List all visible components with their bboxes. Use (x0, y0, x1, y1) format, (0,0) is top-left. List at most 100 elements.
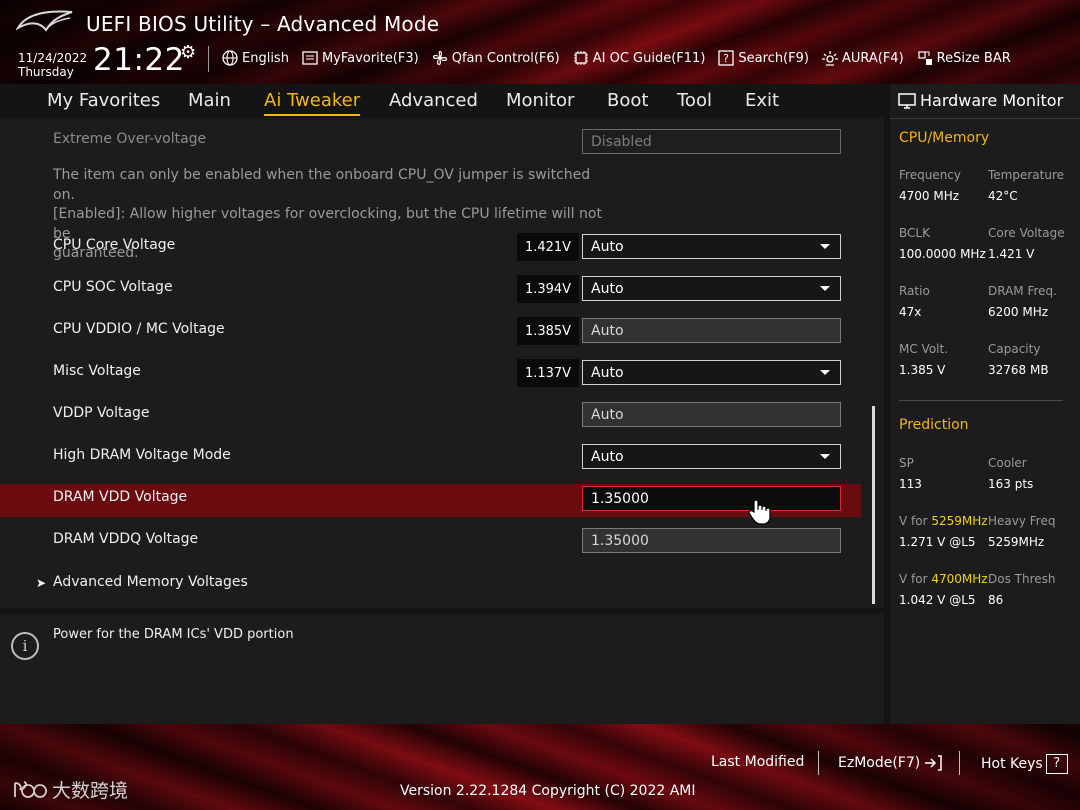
v-for-prefix: V for (899, 572, 928, 586)
note-line: The item can only be enabled when the on… (53, 167, 591, 203)
dos-thresh-label: Dos Thresh (988, 572, 1056, 586)
hardware-monitor-title: Hardware Monitor (898, 91, 1063, 110)
frequency-value: 4700 MHz (899, 189, 960, 203)
search-button[interactable]: ? Search(F9) (717, 49, 809, 67)
misc-voltage-value: Auto (591, 364, 624, 381)
ezmode-button[interactable]: EzMode(F7) (838, 754, 943, 772)
ai-oc-guide-button[interactable]: AI OC Guide(F11) (572, 49, 706, 67)
monitor-icon (898, 92, 916, 109)
aura-label: AURA(F4) (841, 50, 904, 66)
v-for-label: V for 4700MHz (899, 572, 988, 586)
high-dram-voltage-mode-value: Auto (591, 448, 624, 465)
vddp-voltage-field[interactable]: Auto (582, 402, 841, 427)
vddp-voltage-label: VDDP Voltage (53, 405, 150, 421)
footer-bar: 大数跨境 Last Modified EzMode(F7) Hot Keys ?… (0, 724, 1080, 810)
qfan-label: Qfan Control(F6) (451, 50, 560, 66)
watermark-logo-icon (14, 780, 47, 798)
gear-icon[interactable]: ⚙ (180, 42, 196, 63)
sp-value: 113 (899, 477, 922, 491)
hot-keys-button[interactable]: Hot Keys ? (981, 754, 1068, 774)
misc-voltage-select[interactable]: Auto (582, 360, 841, 385)
date-text: 11/24/2022 (18, 51, 88, 65)
resize-bar-label: ReSize BAR (936, 50, 1011, 66)
extreme-over-voltage-field[interactable]: Disabled (582, 129, 841, 154)
info-icon: i (11, 632, 39, 660)
ratio-label: Ratio (899, 284, 930, 298)
cpu-core-voltage-reading: 1.421V (517, 233, 579, 261)
cpu-soc-voltage-value: Auto (591, 280, 624, 297)
cpu-core-voltage-value: Auto (591, 238, 624, 255)
tab-advanced[interactable]: Advanced (389, 90, 478, 111)
app-title: UEFI BIOS Utility – Advanced Mode (86, 12, 440, 36)
capacity-value: 32768 MB (988, 363, 1049, 377)
settings-panel: Extreme Over-voltage Disabled The item c… (0, 118, 884, 608)
dram-vddq-voltage-field[interactable]: 1.35000 (582, 528, 841, 553)
ezmode-label: EzMode(F7) (838, 755, 921, 771)
scrollbar[interactable] (872, 406, 875, 604)
aura-button[interactable]: AURA(F4) (821, 49, 904, 67)
chevron-down-icon (820, 454, 830, 459)
cpu-vddio-mc-voltage-reading: 1.385V (517, 317, 579, 345)
v-for-prefix: V for (899, 514, 928, 528)
toolbar: English MyFavorite(F3) Qfan Control(F6) … (221, 49, 1011, 67)
chevron-down-icon (820, 244, 830, 249)
high-dram-voltage-mode-label: High DRAM Voltage Mode (53, 447, 231, 463)
header-bar: UEFI BIOS Utility – Advanced Mode 11/24/… (0, 0, 1080, 84)
exit-arrow-icon (925, 755, 942, 771)
qfan-control-button[interactable]: Qfan Control(F6) (431, 49, 560, 67)
mc-volt-value: 1.385 V (899, 363, 946, 377)
search-label: Search(F9) (738, 50, 809, 66)
temperature-label: Temperature (988, 168, 1065, 182)
tab-ai-tweaker[interactable]: Ai Tweaker (264, 90, 361, 116)
dram-vddq-voltage-label: DRAM VDDQ Voltage (53, 531, 199, 547)
submenu-arrow-icon: ➤ (36, 576, 47, 590)
tab-boot[interactable]: Boot (607, 90, 648, 111)
cpu-memory-heading: CPU/Memory (899, 130, 990, 146)
prediction-heading: Prediction (899, 417, 969, 433)
aura-icon (821, 51, 838, 66)
v-for-frequency: 4700MHz (931, 572, 988, 586)
clock[interactable]: 21:22 (93, 42, 185, 78)
fan-icon (432, 50, 447, 66)
language-label: English (242, 50, 289, 66)
svg-text:?: ? (723, 52, 729, 65)
heavy-freq-label: Heavy Freq (988, 514, 1056, 528)
chip-icon (573, 51, 588, 65)
bclk-value: 100.0000 MHz (899, 247, 986, 261)
v-for-value: 1.271 V @L5 (899, 535, 976, 549)
cpu-core-voltage-label: CPU Core Voltage (53, 237, 176, 253)
ai-oc-label: AI OC Guide(F11) (592, 50, 706, 66)
ratio-value: 47x (899, 305, 922, 319)
help-key-icon: ? (1045, 754, 1068, 774)
high-dram-voltage-mode-select[interactable]: Auto (582, 444, 841, 469)
cpu-core-voltage-select[interactable]: Auto (582, 234, 841, 259)
resize-bar-icon (918, 51, 932, 65)
cpu-vddio-mc-voltage-field[interactable]: Auto (582, 318, 841, 343)
misc-voltage-label: Misc Voltage (53, 363, 141, 379)
cpu-soc-voltage-label: CPU SOC Voltage (53, 279, 173, 295)
capacity-label: Capacity (988, 342, 1041, 356)
rog-logo (16, 10, 73, 32)
divider (899, 400, 1063, 401)
last-modified-button[interactable]: Last Modified (711, 754, 804, 770)
watermark-text: 大数跨境 (52, 780, 129, 802)
myfavorite-button[interactable]: MyFavorite(F3) (301, 49, 419, 67)
advanced-memory-voltages-link[interactable]: Advanced Memory Voltages (53, 574, 248, 590)
tab-my-favorites[interactable]: My Favorites (47, 90, 160, 111)
extreme-over-voltage-label: Extreme Over-voltage (53, 131, 207, 147)
cooler-label: Cooler (988, 456, 1027, 470)
date-display: 11/24/2022 Thursday (18, 51, 87, 79)
language-button[interactable]: English (221, 49, 289, 67)
tab-tool[interactable]: Tool (677, 90, 712, 111)
resize-bar-button[interactable]: ReSize BAR (916, 49, 1011, 67)
tab-exit[interactable]: Exit (745, 90, 779, 111)
watermark: 大数跨境 (12, 776, 128, 803)
tab-monitor[interactable]: Monitor (506, 90, 574, 111)
dram-vdd-voltage-input[interactable]: 1.35000 (582, 486, 841, 511)
temperature-value: 42°C (988, 189, 1018, 203)
cpu-soc-voltage-select[interactable]: Auto (582, 276, 841, 301)
hand-cursor-icon (748, 499, 771, 525)
divider (959, 751, 960, 775)
tab-main[interactable]: Main (188, 90, 231, 111)
divider (890, 118, 1080, 119)
